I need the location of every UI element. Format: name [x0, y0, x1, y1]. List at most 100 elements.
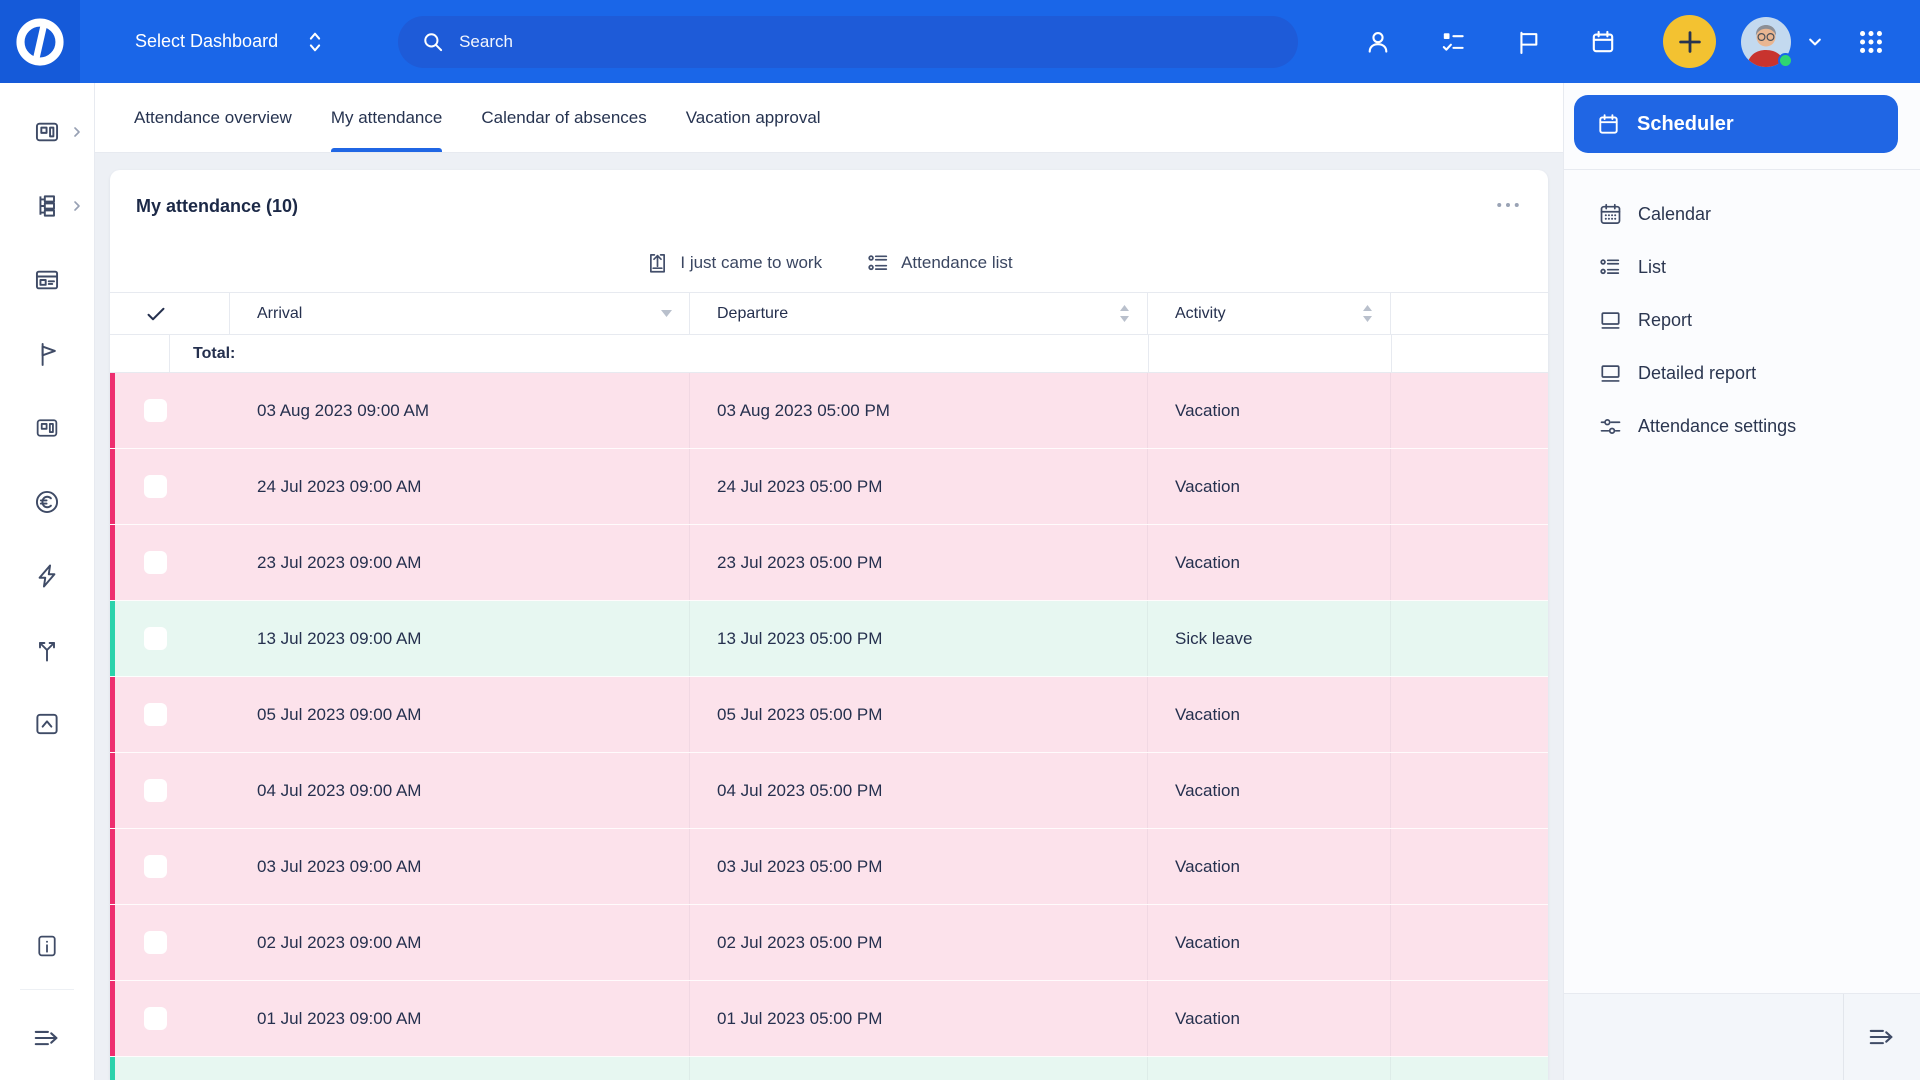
- create-new-button[interactable]: [1663, 15, 1716, 68]
- tab-vacation-approval[interactable]: Vacation approval: [686, 83, 821, 152]
- check-in-icon: [645, 251, 670, 276]
- row-checkbox[interactable]: [144, 855, 167, 878]
- row-checkbox[interactable]: [144, 627, 167, 650]
- modules-grid-icon: [34, 415, 60, 441]
- table-row[interactable]: 23 Jul 2023 09:00 AM 23 Jul 2023 05:00 P…: [110, 525, 1548, 601]
- row-checkbox[interactable]: [144, 475, 167, 498]
- topbar-actions: [1317, 15, 1920, 68]
- row-checkbox[interactable]: [144, 551, 167, 574]
- report-icon: [1598, 308, 1623, 333]
- tab-calendar-of-absences[interactable]: Calendar of absences: [481, 83, 646, 152]
- sidebar-item-info[interactable]: [0, 909, 94, 983]
- table-row[interactable]: 13 Jul 2023 09:00 AM 13 Jul 2023 05:00 P…: [110, 601, 1548, 677]
- dashboard-selector[interactable]: Select Dashboard: [135, 29, 326, 55]
- search-input[interactable]: [459, 32, 1276, 52]
- sidebar-item-dashboards[interactable]: [0, 95, 94, 169]
- menu-item-attendance-settings[interactable]: Attendance settings: [1598, 400, 1920, 453]
- lightning-icon: [33, 562, 61, 590]
- left-sidebar-bottom: [0, 909, 94, 1080]
- arrival-cell: 02 Jul 2023 09:00 AM: [230, 905, 690, 980]
- row-checkbox[interactable]: [144, 1007, 167, 1030]
- tab-my-attendance[interactable]: My attendance: [331, 83, 443, 152]
- menu-item-report[interactable]: Report: [1598, 294, 1920, 347]
- panel-menu-button[interactable]: [1494, 198, 1522, 214]
- apps-grid-icon[interactable]: [1856, 27, 1886, 57]
- tasks-checklist-icon[interactable]: [1439, 28, 1467, 56]
- topbar: Select Dashboard: [0, 0, 1920, 83]
- came-to-work-button[interactable]: I just came to work: [645, 251, 822, 276]
- departure-cell: 24 Jul 2023 05:00 PM: [690, 449, 1148, 524]
- browser-window-icon: [33, 266, 61, 294]
- table-row[interactable]: 05 Jul 2023 09:00 AM 05 Jul 2023 05:00 P…: [110, 677, 1548, 753]
- chevron-right-icon: [71, 126, 83, 138]
- departure-cell: 03 Jul 2023 05:00 PM: [690, 829, 1148, 904]
- column-header-arrival[interactable]: Arrival: [230, 293, 690, 334]
- arrival-cell: 13 Jul 2023 09:00 AM: [230, 601, 690, 676]
- scheduler-button[interactable]: Scheduler: [1574, 95, 1898, 153]
- tab-attendance-overview[interactable]: Attendance overview: [134, 83, 292, 152]
- sidebar-item-org-structure[interactable]: [0, 169, 94, 243]
- calendar-icon[interactable]: [1589, 28, 1617, 56]
- sort-arrows-icon[interactable]: [1361, 304, 1374, 323]
- list-icon: [866, 251, 891, 276]
- row-checkbox-cell: [110, 475, 230, 498]
- sidebar-item-updates[interactable]: [0, 687, 94, 761]
- attendance-list-button[interactable]: Attendance list: [866, 251, 1013, 276]
- search-bar[interactable]: [398, 16, 1298, 68]
- select-all-column[interactable]: [110, 293, 230, 334]
- user-avatar[interactable]: [1741, 17, 1791, 67]
- sidebar-item-apps[interactable]: [0, 391, 94, 465]
- panel-collapse-button[interactable]: [1844, 994, 1920, 1080]
- sort-arrows-icon[interactable]: [1118, 304, 1131, 323]
- departure-cell: 13 Jul 2023 05:00 PM: [690, 601, 1148, 676]
- euro-circle-icon: [33, 488, 61, 516]
- right-sidebar: Scheduler Calendar List Report Detailed: [1563, 83, 1920, 1080]
- sidebar-item-payroll[interactable]: [0, 465, 94, 539]
- menu-item-list[interactable]: List: [1598, 241, 1920, 294]
- sidebar-item-goals[interactable]: [0, 317, 94, 391]
- menu-item-detailed-report[interactable]: Detailed report: [1598, 347, 1920, 400]
- menu-item-calendar[interactable]: Calendar: [1598, 188, 1920, 241]
- filter-dropdown-icon[interactable]: [660, 309, 673, 318]
- plus-icon: [1675, 27, 1705, 57]
- table-row[interactable]: [110, 1057, 1548, 1080]
- total-extra-cell: [1391, 335, 1548, 372]
- app-logo[interactable]: [0, 0, 80, 83]
- main-content: Attendance overview My attendance Calend…: [95, 83, 1563, 1080]
- scheduler-label: Scheduler: [1637, 113, 1734, 136]
- tab-label: Calendar of absences: [481, 108, 646, 128]
- my-attendance-panel: My attendance (10) I just came to work: [110, 170, 1548, 1080]
- chevron-down-icon[interactable]: [1804, 31, 1826, 53]
- panel-header: My attendance (10): [110, 170, 1548, 234]
- row-checkbox[interactable]: [144, 399, 167, 422]
- column-header-activity[interactable]: Activity: [1148, 293, 1391, 334]
- table-row[interactable]: 03 Jul 2023 09:00 AM 03 Jul 2023 05:00 P…: [110, 829, 1548, 905]
- row-checkbox[interactable]: [144, 779, 167, 802]
- departure-cell: 01 Jul 2023 05:00 PM: [690, 981, 1148, 1056]
- footer-spacer: [1564, 994, 1844, 1080]
- modules-grid-icon: [33, 118, 61, 146]
- table-body: 03 Aug 2023 09:00 AM 03 Aug 2023 05:00 P…: [110, 373, 1548, 1080]
- table-row[interactable]: 01 Jul 2023 09:00 AM 01 Jul 2023 05:00 P…: [110, 981, 1548, 1057]
- chevron-expand-icon: [304, 29, 326, 55]
- departure-cell: 03 Aug 2023 05:00 PM: [690, 373, 1148, 448]
- column-header-departure[interactable]: Departure: [690, 293, 1148, 334]
- tab-label: Vacation approval: [686, 108, 821, 128]
- sidebar-item-automation[interactable]: [0, 539, 94, 613]
- flag-icon[interactable]: [1514, 28, 1542, 56]
- settings-sliders-icon: [1598, 414, 1623, 439]
- sidebar-collapse-button[interactable]: [0, 996, 94, 1080]
- table-row[interactable]: 03 Aug 2023 09:00 AM 03 Aug 2023 05:00 P…: [110, 373, 1548, 449]
- online-status-dot: [1778, 53, 1793, 68]
- activity-cell: Vacation: [1148, 905, 1391, 980]
- tabs-bar: Attendance overview My attendance Calend…: [95, 83, 1563, 153]
- departure-cell: 04 Jul 2023 05:00 PM: [690, 753, 1148, 828]
- table-row[interactable]: 24 Jul 2023 09:00 AM 24 Jul 2023 05:00 P…: [110, 449, 1548, 525]
- sidebar-item-workflows[interactable]: [0, 613, 94, 687]
- sidebar-item-portal[interactable]: [0, 243, 94, 317]
- profile-icon[interactable]: [1364, 28, 1392, 56]
- table-row[interactable]: 02 Jul 2023 09:00 AM 02 Jul 2023 05:00 P…: [110, 905, 1548, 981]
- row-checkbox[interactable]: [144, 703, 167, 726]
- table-row[interactable]: 04 Jul 2023 09:00 AM 04 Jul 2023 05:00 P…: [110, 753, 1548, 829]
- row-checkbox[interactable]: [144, 931, 167, 954]
